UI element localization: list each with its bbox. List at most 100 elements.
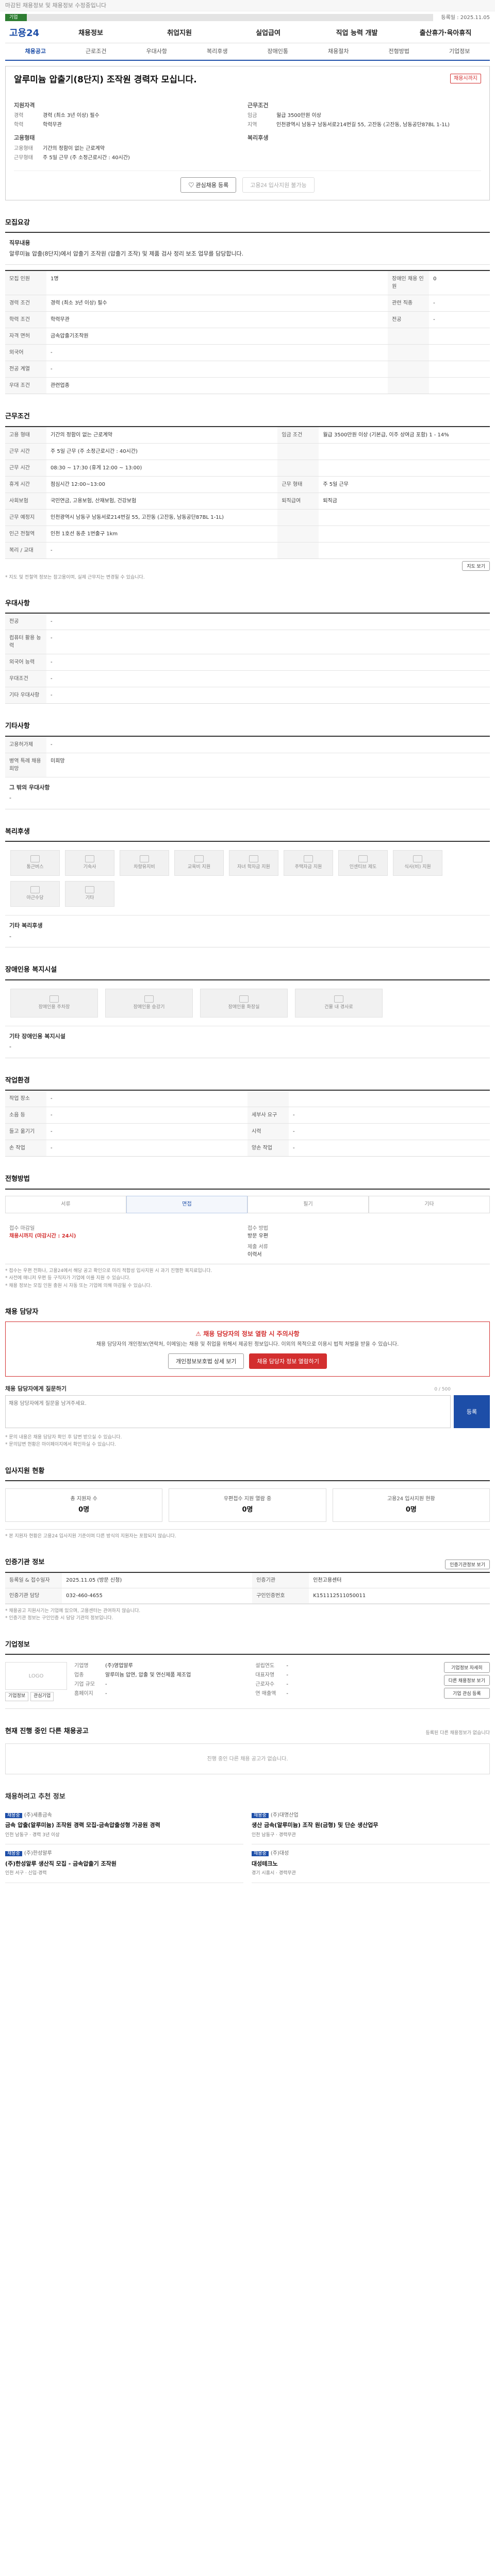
corp-info-row: 연 매출액 - [255,1690,436,1698]
section-tab[interactable]: 기업정보 [430,47,490,56]
other-jobs-section: 현재 진행 중인 다른 채용공고 등록된 다른 채용정보가 없습니다 진행 중인… [5,1726,490,1775]
corp-info-row: 홈페이지 - [74,1690,255,1698]
corp-action-button[interactable]: 기업 관심 등록 [443,1688,490,1699]
inquiry-submit-button[interactable]: 등록 [454,1395,490,1428]
note-line: * 문의답변 현황은 마이페이지에서 확인하실 수 있습니다. [5,1442,116,1448]
row-value: - [46,670,490,688]
recommend-job-title[interactable]: (주)한성알루 생산직 모집 - 금속압출기 조작원 [5,1860,243,1869]
corp-info-row: 기업 규모 - [74,1681,255,1688]
recommend-job-title[interactable]: 생산 금속(알루미늄) 조작 원(금형) 및 단순 생산업무 [252,1821,490,1830]
row-value: K151112511050011 [309,1588,490,1604]
section-tab[interactable]: 전형방법 [369,47,430,56]
privacy-notice: ⚠ 채용 담당자의 정보 열람 시 주의사항 채용 담당자의 개인정보(연락처,… [5,1321,490,1377]
table-row: 근무 시간 주 5일 근무 (주 소정근로시간 : 40시간) [5,443,490,460]
table-row: 소음 등 - 세부사 요구 - [5,1107,490,1124]
site-header: 고용24 채용정보 취업지원 실업급여 직업 능력 개발 출산휴가·육아휴직 [5,24,490,43]
row-label: 자격 면허 [5,328,46,345]
inquiry-input[interactable] [5,1395,451,1429]
recommend-job-title[interactable]: 금속 압출(알루미늄) 조작원 경력 모집-금속압출성형 가공원 경력 [5,1821,243,1830]
disability-tiles: 장애인용 주차장 장애인용 승강기 장애인용 화장실 건물 내 경사로 [5,980,490,1026]
recommend-card[interactable]: 채용중 (주)한성알루 (주)한성알루 생산직 모집 - 금속압출기 조작원 인천 서… [5,1844,243,1883]
tile-label: 장애인용 화장실 [228,1004,260,1010]
table-row: 모집 인원 1명 장애인 채용 인원 0 [5,271,490,295]
recommend-card[interactable]: 채용중 (주)대성 대성테크노 경기 시흥시 · 경력무관 [252,1844,490,1883]
status-label: 고용24 입사지원 현황 [387,1496,435,1502]
info-label: 근무형태 [14,155,33,161]
row-label: 병역 특례 채용 희망 [5,753,46,777]
recommend-card[interactable]: 채용중 (주)대명산업 생산 금속(알루미늄) 조작 원(금형) 및 단순 생산업무… [252,1806,490,1845]
site-logo[interactable]: 고용24 [5,26,46,40]
recruit-section: 모집요강 직무내용 알루미늄 압출(8단지)에서 압출기 조작원 (압출기 조작… [5,218,490,394]
process-title: 전형방법 [5,1175,30,1183]
table-row: 컴퓨터 활용 능력 - [5,630,490,655]
gnb-item[interactable]: 취업지원 [135,28,224,39]
map-button[interactable]: 지도 보기 [462,561,490,571]
job-title: 알루미늄 압출기(8단지) 조작원 경력자 모십니다. [14,75,197,85]
welfare-icon [85,886,94,894]
welfare-tile: 자녀 학자금 지원 [229,850,278,876]
row-value: - [429,295,490,312]
corp-mini-button[interactable]: 관심기업 [30,1692,54,1701]
section-tab[interactable]: 복리후생 [187,47,248,56]
org-info-button[interactable]: 인증기관정보 보기 [445,1560,490,1570]
recommend-card[interactable]: 채용중 (주)세종금속 금속 압출(알루미늄) 조작원 경력 모집-금속압출성형 가… [5,1806,243,1845]
row-label [277,460,319,477]
row-value: 관련업종 [51,383,70,388]
row-value: 인천광역시 남동구 남동서로214번길 55, 고잔동 (고잔동, 남동공단87… [46,509,278,526]
row-value: 주 5일 근무 (주 소정근로시간 : 40시간) [46,443,278,460]
gnb-item[interactable]: 직업 능력 개발 [312,28,401,39]
gnb-item[interactable]: 출산휴가·육아휴직 [401,28,490,39]
privacy-law-button[interactable]: 개인정보보호법 상세 보기 [168,1353,244,1369]
save-job-button[interactable]: ♡ 관심채용 등록 [180,177,237,193]
environment-table: 작업 장소 - 소음 등 - 세부사 요구 - 들고 옮기기 - 시력 - 손 작업 - 양손 작업 - [5,1091,490,1157]
section-tab[interactable]: 근로조건 [66,47,127,56]
row-label: 모집 인원 [5,271,46,295]
row-value: - [46,361,388,378]
row-value: - [46,344,388,361]
welfare-tile: 건물 내 경사로 [295,988,383,1018]
recommend-job-title[interactable]: 대성테크노 [252,1860,490,1869]
corp-info-label: 홈페이지 [74,1691,93,1697]
section-tab[interactable]: 채용공고 [5,47,66,56]
corp-action-button[interactable]: 다른 채용정보 보기 [443,1675,490,1686]
org-notes: * 채용공고 지원사기는 기업에 있으며, 고용센터는 관여하지 않습니다. * … [5,1607,490,1622]
welfare-tile: 교육비 지원 [174,850,224,876]
row-value: 0 [429,271,490,295]
row-label: 전공 계열 [5,361,46,378]
row-value: - [51,1145,53,1151]
row-value: - [289,1123,490,1141]
warning-icon: ⚠ [195,1330,204,1337]
info-row: 고용형태 기간의 정함이 없는 근로계약 [14,145,248,152]
section-tab[interactable]: 장애인통 [248,47,308,56]
row-label: 기타 우대사항 [5,687,46,704]
row-label: 근무 형태 [277,476,319,493]
table-row: 기타 우대사항 - [5,687,490,704]
view-contact-button[interactable]: 채용 담당자 정보 열람하기 [249,1353,327,1369]
gnb-item[interactable]: 실업급여 [224,28,312,39]
section-tab[interactable]: 채용절차 [308,47,369,56]
deadline-value: 채용시까지 (마감시간 : 24시) [9,1233,76,1239]
corp-info-label: 기업 규모 [74,1682,95,1688]
status-label: 우편접수 지원 열람 중 [223,1496,272,1502]
corp-action-button[interactable]: 기업정보 자세히 [443,1662,490,1673]
row-value: 08:30 ~ 17:30 (휴게 12:00 ~ 13:00) [46,460,278,477]
row-label [388,344,430,361]
inquiry-label: 채용 담당자에게 질문하기 [5,1385,67,1392]
row-label [388,361,430,378]
tile-label: 인센티브 제도 [349,865,377,870]
table-row: 들고 옮기기 - 시력 - [5,1123,490,1141]
gnb-item[interactable]: 채용정보 [46,28,135,39]
status-value: 0명 [242,1506,253,1514]
row-label: 인증기관 [252,1572,309,1588]
corp-title: 기업정보 [5,1640,30,1649]
note-line: * 채용공고 지원사기는 기업에 있으며, 고용센터는 관여하지 않습니다. [5,1608,141,1614]
table-row: 인근 전철역 인천 1호선 동춘 1번출구 1km [5,526,490,543]
tile-label: 장애인용 승강기 [133,1004,165,1010]
apply-button[interactable]: 고용24 입사지원 불가능 [242,177,315,193]
corp-mini-button[interactable]: 기업정보 [5,1692,29,1701]
recommend-company-name: (주)한성알루 [24,1851,52,1857]
section-tab[interactable]: 우대사항 [126,47,187,56]
progress-row: 기업 등록일 : 2025.11.05 [0,11,495,24]
row-value [319,509,490,526]
row-label: 휴게 시간 [5,476,46,493]
